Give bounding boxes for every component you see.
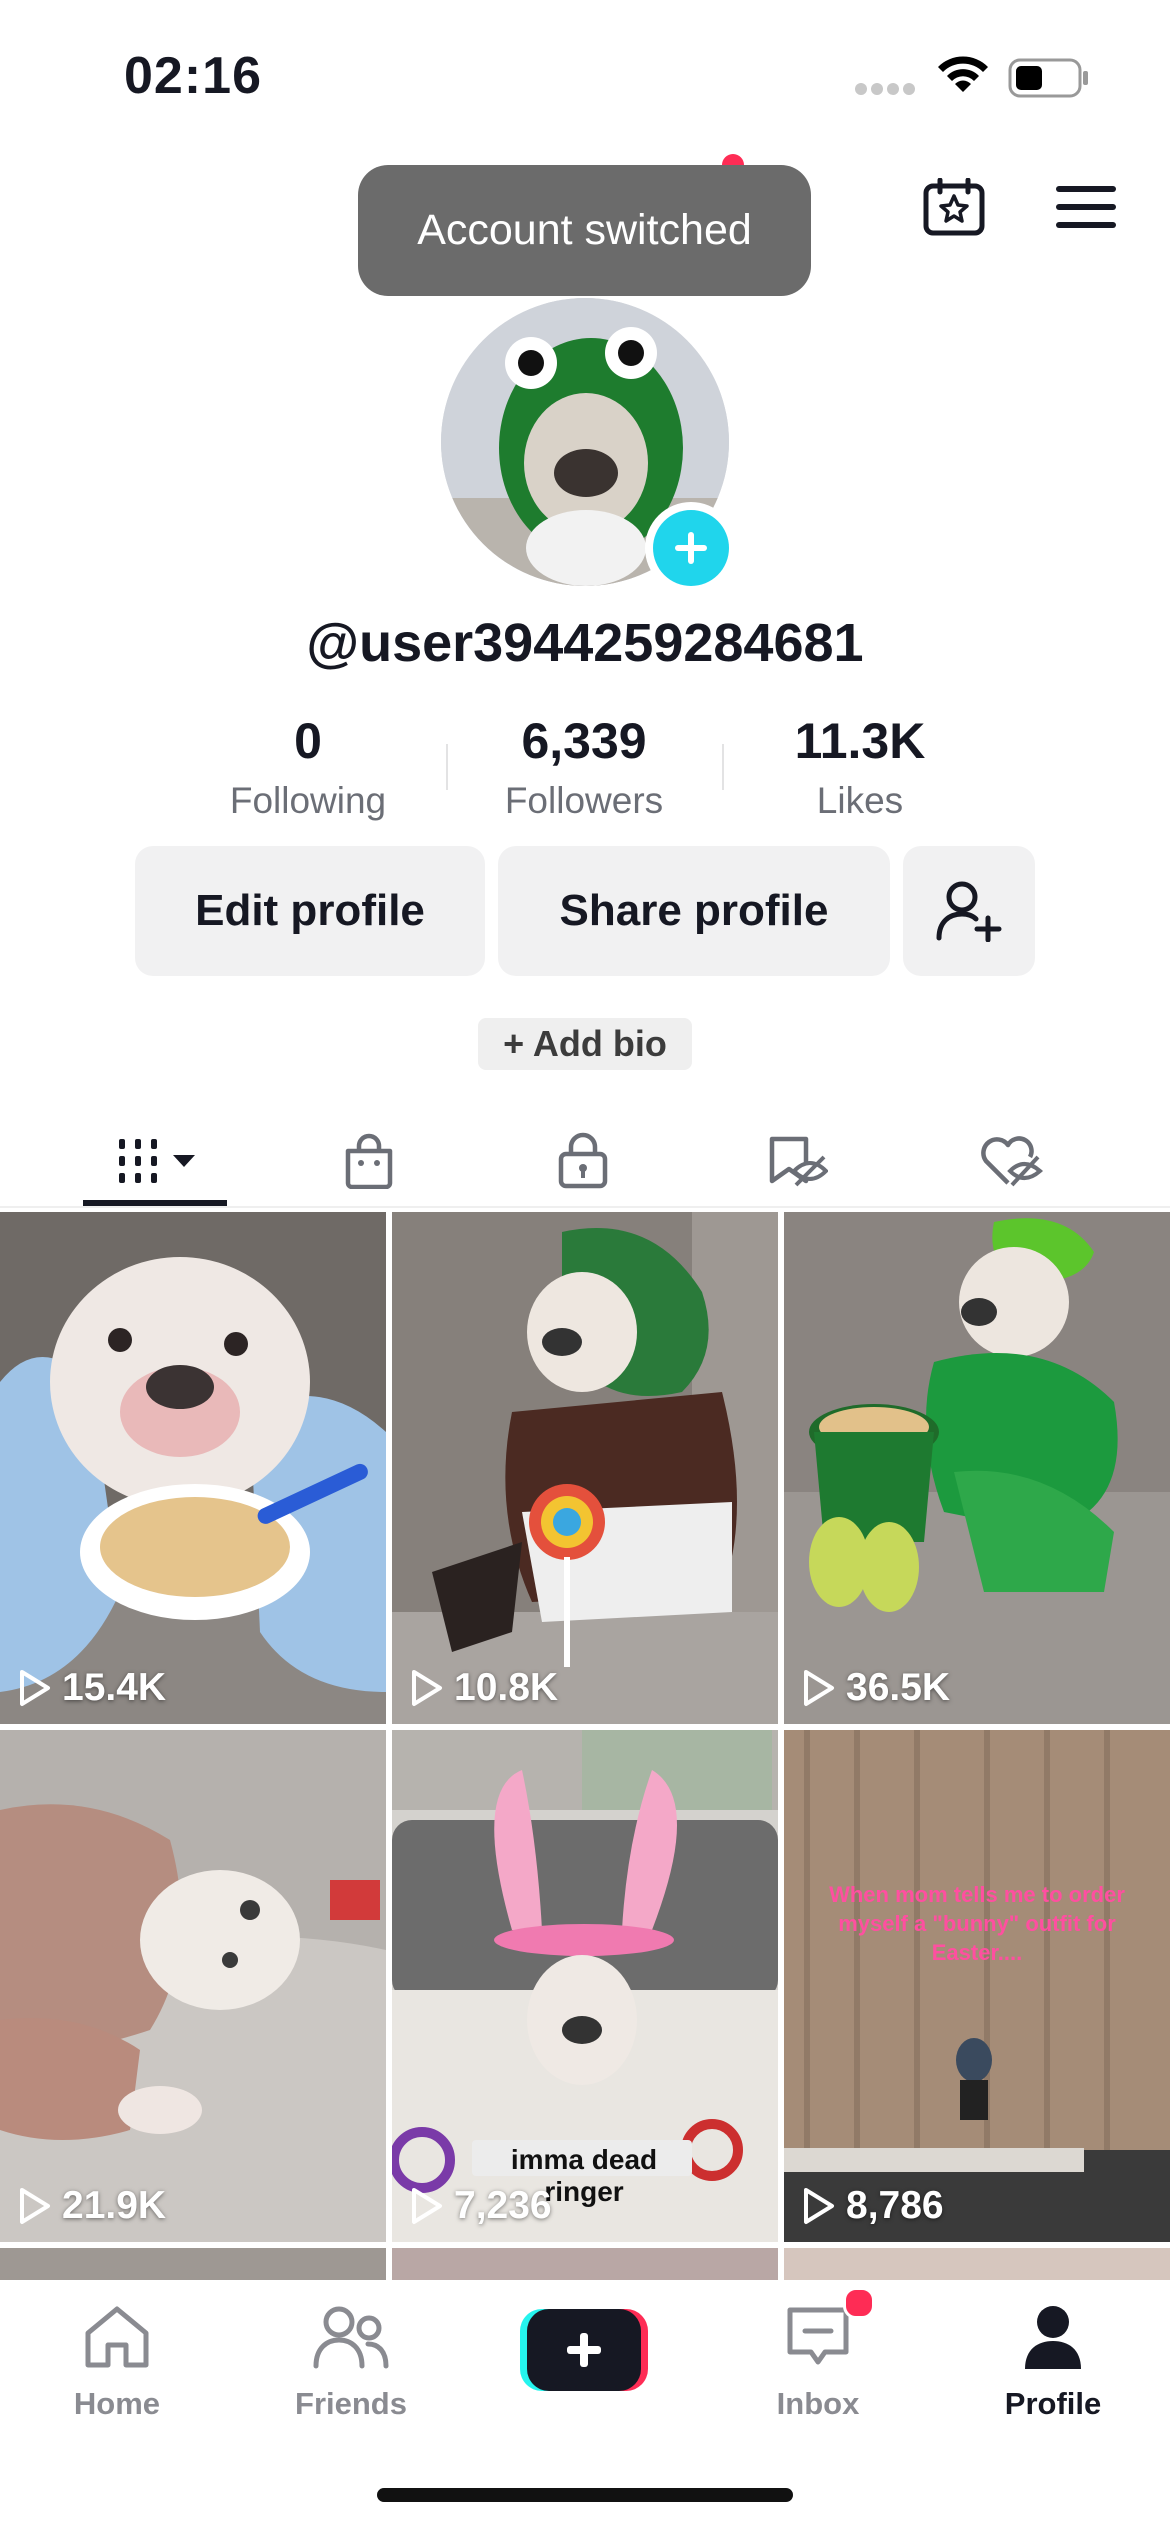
followers-label: Followers — [504, 780, 664, 821]
view-count: 15.4K — [18, 1666, 166, 1710]
play-icon — [20, 2188, 50, 2224]
video-thumbnail-image — [784, 1212, 1170, 1724]
following-count: 0 — [294, 713, 322, 769]
username: @user3944259284681 — [306, 613, 864, 673]
likes-label: Likes — [816, 780, 904, 821]
friends-icon — [313, 2306, 389, 2369]
nav-inbox[interactable]: Inbox — [733, 2300, 903, 2422]
calendar-star-icon[interactable] — [922, 178, 986, 236]
stat-divider — [446, 744, 448, 790]
play-icon — [804, 1670, 834, 1706]
view-count-text: 10.8K — [454, 1666, 559, 1709]
video-thumbnail-image — [0, 1730, 386, 2242]
view-count: 7,236 — [410, 2184, 552, 2228]
add-bio-button[interactable]: + Add bio — [478, 1018, 692, 1070]
video-thumbnail[interactable]: imma dead ringer 7,236 — [392, 1730, 778, 2242]
nav-profile[interactable]: Profile — [968, 2300, 1138, 2422]
video-thumbnail-image — [784, 1730, 1170, 2242]
lock-icon — [558, 1132, 608, 1189]
play-icon — [804, 2188, 834, 2224]
followers-stat[interactable]: 6,339 Followers — [464, 712, 704, 822]
video-thumbnail-image — [0, 1212, 386, 1724]
nav-profile-label: Profile — [1004, 2386, 1102, 2421]
tab-private[interactable] — [476, 1116, 690, 1206]
status-time: 02:16 — [124, 47, 262, 105]
following-label: Following — [229, 780, 387, 821]
add-person-icon — [936, 881, 1002, 942]
shop-bag-icon — [345, 1133, 393, 1189]
video-thumbnail[interactable]: 15.4K — [0, 1212, 386, 1724]
tab-shop[interactable] — [262, 1116, 476, 1206]
video-thumbnail[interactable]: 10.8K — [392, 1212, 778, 1724]
view-count-text: 36.5K — [846, 1666, 951, 1709]
stat-divider — [722, 744, 724, 790]
likes-count: 11.3K — [794, 713, 926, 769]
nav-friends-label: Friends — [295, 2386, 407, 2421]
grid-icon — [119, 1139, 195, 1183]
cellular-signal-icon — [855, 82, 919, 95]
add-friend-button[interactable] — [903, 846, 1035, 976]
add-avatar-button[interactable] — [645, 502, 737, 594]
home-indicator — [377, 2488, 793, 2502]
tab-favorites[interactable] — [690, 1116, 904, 1206]
home-icon — [85, 2306, 149, 2368]
view-count: 8,786 — [802, 2184, 944, 2228]
view-count-text: 7,236 — [454, 2184, 552, 2227]
following-stat[interactable]: 0 Following — [188, 712, 428, 822]
video-thumbnail[interactable]: 36.5K — [784, 1212, 1170, 1724]
account-switched-toast: Account switched — [358, 165, 811, 296]
view-count: 21.9K — [18, 2184, 166, 2228]
menu-icon[interactable] — [1056, 184, 1116, 230]
view-count: 36.5K — [802, 1666, 950, 1710]
likes-stat[interactable]: 11.3K Likes — [740, 712, 980, 822]
video-thumbnail[interactable]: 21.9K — [0, 1730, 386, 2242]
tab-liked[interactable] — [904, 1116, 1118, 1206]
video-thumbnail-image — [392, 1212, 778, 1724]
inbox-icon — [787, 2307, 849, 2365]
play-icon — [20, 1670, 50, 1706]
view-count-text: 8,786 — [846, 2184, 944, 2227]
nav-home[interactable]: Home — [32, 2300, 202, 2422]
chevron-down-icon — [173, 1155, 195, 1167]
hidden-heart-icon — [981, 1136, 1044, 1187]
video-thumbnail[interactable]: When mom tells me to order myself a "bun… — [784, 1730, 1170, 2242]
edit-profile-button[interactable]: Edit profile — [135, 846, 485, 976]
view-count-text: 21.9K — [62, 2184, 167, 2227]
followers-count: 6,339 — [521, 713, 647, 769]
view-count-text: 15.4K — [62, 1666, 167, 1709]
plus-icon — [675, 532, 707, 564]
create-button[interactable] — [520, 2309, 648, 2391]
wifi-icon — [938, 56, 988, 92]
nav-home-label: Home — [73, 2386, 161, 2421]
hidden-bookmark-icon — [769, 1136, 828, 1187]
inbox-notification-dot — [843, 2287, 875, 2319]
view-count: 10.8K — [410, 1666, 558, 1710]
profile-icon — [1025, 2306, 1081, 2369]
play-icon — [412, 1670, 442, 1706]
nav-inbox-label: Inbox — [776, 2386, 860, 2421]
share-profile-button[interactable]: Share profile — [498, 846, 890, 976]
play-icon — [412, 2188, 442, 2224]
tab-divider — [0, 1206, 1170, 1208]
tab-videos[interactable] — [48, 1116, 262, 1206]
nav-friends[interactable]: Friends — [266, 2300, 436, 2422]
battery-icon — [1008, 58, 1088, 98]
video-caption: When mom tells me to order myself a "bun… — [829, 1882, 1125, 1965]
